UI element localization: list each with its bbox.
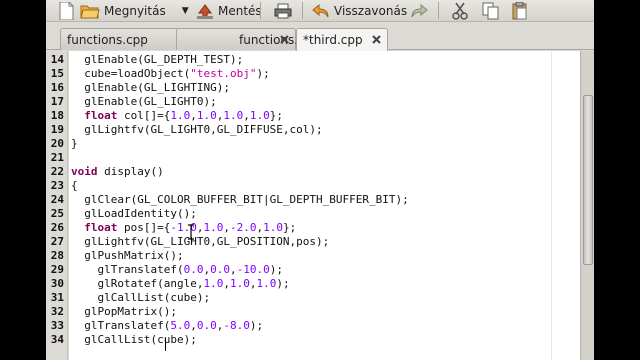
code-line[interactable]: glPopMatrix(); [71,305,177,319]
toolbar-separator [438,2,439,19]
save-button-label: Mentés [218,3,262,18]
tab-third-cpp[interactable]: *third.cpp [296,28,388,51]
line-number: 16 [50,81,64,94]
line-number: 17 [50,95,64,108]
scrollbar-thumb[interactable] [583,95,593,265]
line-number: 30 [50,277,64,290]
line-number: 14 [50,53,64,66]
code-line[interactable]: void display() [71,165,164,179]
save-icon [196,3,214,19]
code-line[interactable]: { [71,179,78,193]
copy-button[interactable] [482,0,500,21]
line-number: 28 [50,249,64,262]
code-line[interactable]: float pos[]={-1.0,1.0,-2.0,1.0}; [71,221,296,235]
tab-label: functions.cpp [67,32,148,47]
code-line[interactable]: glCallList(cube); [71,291,210,305]
tab-bar: functions.cpp functions.h *third.cpp [46,27,594,51]
paste-button[interactable] [512,0,528,21]
cut-button[interactable] [452,0,468,21]
tab-functions-h[interactable]: functions.h [176,28,306,50]
code-line[interactable]: } [71,137,78,151]
editor-window: Megnyitás ▼ Mentés Visszavonás functions… [46,0,594,360]
line-number: 19 [50,123,64,136]
close-icon[interactable] [371,34,382,45]
redo-icon [410,3,428,19]
code-line[interactable]: glEnable(GL_DEPTH_TEST); [71,53,243,67]
print-icon [274,3,292,19]
redo-button[interactable] [410,0,428,21]
line-number: 34 [50,333,64,346]
folder-open-icon [80,3,100,19]
line-number: 21 [50,151,64,164]
tab-label: *third.cpp [303,33,363,47]
vertical-scrollbar[interactable] [580,51,594,360]
toolbar-separator [260,2,261,19]
new-file-button[interactable] [58,0,74,21]
toolbar-separator [302,2,303,19]
cut-icon [452,2,468,20]
text-cursor [165,338,166,351]
code-line[interactable]: glClear(GL_COLOR_BUFFER_BIT|GL_DEPTH_BUF… [71,193,409,207]
code-line[interactable]: glEnable(GL_LIGHT0); [71,95,216,109]
code-line[interactable]: glLightfv(GL_LIGHT0,GL_POSITION,pos); [71,235,329,249]
line-number: 22 [50,165,64,178]
new-file-icon [58,1,74,20]
line-number: 23 [50,179,64,192]
line-number: 20 [50,137,64,150]
line-number: 27 [50,235,64,248]
line-number: 32 [50,305,64,318]
line-number: 15 [50,67,64,80]
code-editor[interactable]: glEnable(GL_DEPTH_TEST); cube=loadObject… [69,51,580,360]
code-line[interactable]: glCallList(cube); [71,333,197,347]
save-button[interactable]: Mentés [196,0,262,21]
line-number: 25 [50,207,64,220]
right-margin-guide [551,51,552,360]
open-button[interactable]: Megnyitás ▼ [80,0,189,21]
mouse-text-cursor-icon [187,224,195,245]
line-number: 26 [50,221,64,234]
undo-button[interactable]: Visszavonás [312,0,407,21]
line-number: 29 [50,263,64,276]
code-line[interactable]: glPushMatrix(); [71,249,183,263]
line-number-gutter: 14 15 16 17 18 19 20 21 22 23 24 25 26 27 28 29 30 31 32 33… [46,51,68,360]
code-line[interactable]: glLightfv(GL_LIGHT0,GL_DIFFUSE,col); [71,123,322,137]
line-number: 31 [50,291,64,304]
code-line[interactable]: glLoadIdentity(); [71,207,197,221]
code-line[interactable]: glRotatef(angle,1.0,1.0,1.0); [71,277,289,291]
open-dropdown-arrow-icon[interactable]: ▼ [182,6,189,16]
line-number: 24 [50,193,64,206]
code-line[interactable]: glTranslatef(0.0,0.0,-10.0); [71,263,282,277]
code-line[interactable]: float col[]={1.0,1.0,1.0,1.0}; [71,109,283,123]
undo-button-label: Visszavonás [334,3,408,18]
code-line[interactable]: glTranslatef(5.0,0.0,-8.0); [71,319,263,333]
print-button[interactable] [274,0,292,21]
line-number: 18 [50,109,64,122]
copy-icon [482,2,500,20]
undo-icon [312,3,330,19]
code-line[interactable]: glEnable(GL_LIGHTING); [71,81,230,95]
open-button-label: Megnyitás [104,3,166,18]
close-icon[interactable] [279,34,290,45]
paste-icon [512,1,528,20]
code-line[interactable]: cube=loadObject("test.obj"); [71,67,269,81]
line-number: 33 [50,319,64,332]
toolbar: Megnyitás ▼ Mentés Visszavonás [46,0,594,22]
